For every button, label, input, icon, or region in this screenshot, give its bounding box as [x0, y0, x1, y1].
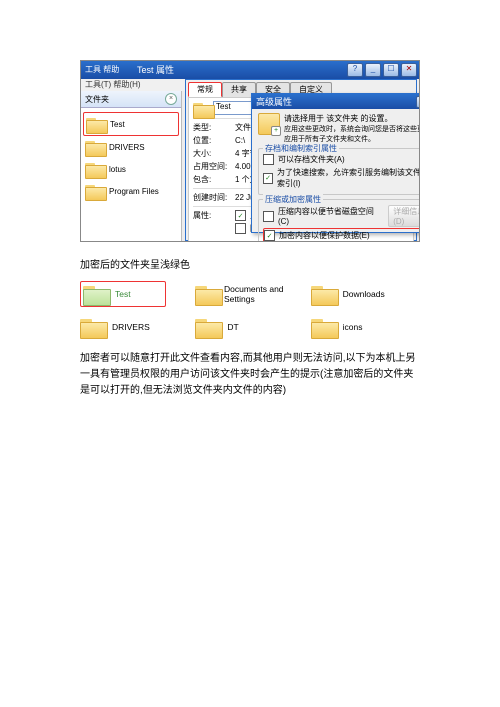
folder-plus-icon — [258, 113, 280, 135]
folder-icon — [193, 101, 209, 115]
sidebar-item-lotus[interactable]: lotus — [83, 158, 179, 180]
explorer-toolbar-fragment: 工具 帮助 — [81, 61, 135, 79]
readonly-checkbox[interactable]: ✓ — [235, 210, 246, 221]
encrypt-checkbox[interactable]: ✓ — [264, 230, 275, 241]
folder-icon — [311, 317, 337, 337]
paragraph-2: 加密者可以随意打开此文件查看内容,而其他用户则无法访问,以下为本机上另一具有管理… — [80, 351, 420, 399]
index-label: 为了快速搜索，允许索引服务编制该文件夹的索引(I) — [277, 167, 420, 189]
folder-icon — [311, 284, 337, 304]
attr-label: 属性: — [193, 210, 231, 221]
folder-icon — [86, 116, 106, 132]
minimize-icon[interactable]: _ — [365, 63, 381, 77]
disk-label: 占用空间: — [193, 161, 231, 172]
folder-icon — [85, 183, 105, 199]
created-label: 创建时间: — [193, 192, 231, 203]
archive-index-group: 存档和编制索引属性 可以存档文件夹(A) ✓ 为了快速搜索，允许索引服务编制该文… — [258, 148, 420, 195]
properties-title-text: Test 属性 — [137, 61, 174, 79]
folder-icon — [85, 161, 105, 177]
encrypt-label: 加密内容以便保护数据(E) — [279, 230, 370, 241]
grid-item-downloads[interactable]: Downloads — [311, 281, 420, 307]
folder-icon — [83, 284, 109, 304]
folders-pane: 文件夹 × Test DRIVERS lotus Progra — [81, 91, 182, 241]
details-button: 详细信息(D) — [388, 205, 420, 227]
help-button-icon[interactable]: ? — [347, 63, 363, 77]
compress-encrypt-group: 压缩或加密属性 压缩内容以便节省磁盘空间(C) 详细信息(D) ✓ 加密内容以便… — [258, 199, 420, 242]
caption-1: 加密后的文件夹呈浅绿色 — [80, 256, 420, 271]
folders-pane-header: 文件夹 × — [81, 91, 181, 108]
index-checkbox[interactable]: ✓ — [263, 173, 273, 184]
folder-icon — [80, 317, 106, 337]
advanced-titlebar: 高级属性 ? ✕ — [252, 94, 420, 109]
close-icon[interactable]: ✕ — [401, 63, 417, 77]
folder-icon — [195, 317, 221, 337]
archive-label: 可以存档文件夹(A) — [278, 154, 345, 165]
grid-item-label: Test — [115, 289, 131, 299]
compress-checkbox[interactable] — [263, 211, 274, 222]
sidebar-item-test[interactable]: Test — [83, 112, 179, 136]
hidden-checkbox[interactable] — [235, 223, 246, 234]
group-title-archive: 存档和编制索引属性 — [263, 143, 339, 154]
advanced-attributes-dialog: 高级属性 ? ✕ 请选择用于 该文件夹 的设置。 应用这些更改时，系统会询问您是… — [251, 93, 420, 233]
grid-item-label: icons — [343, 322, 363, 332]
sidebar-item-label: lotus — [109, 165, 126, 174]
folder-icon — [85, 139, 105, 155]
grid-item-drivers[interactable]: DRIVERS — [80, 317, 189, 337]
location-value: C:\ — [235, 136, 245, 145]
advanced-title-text: 高级属性 — [256, 95, 292, 108]
grid-item-label: Downloads — [343, 289, 385, 299]
location-label: 位置: — [193, 135, 231, 146]
grid-item-icons[interactable]: icons — [311, 317, 420, 337]
help-button-icon[interactable]: ? — [416, 96, 420, 108]
sidebar-item-program-files[interactable]: Program Files — [83, 180, 179, 202]
grid-item-label: Documents and Settings — [224, 284, 305, 304]
close-pane-icon[interactable]: × — [165, 93, 177, 105]
advanced-desc-1: 请选择用于 该文件夹 的设置。 — [284, 113, 420, 124]
advanced-desc-2: 应用这些更改时，系统会询问您是否将这些更改同时应用于所有子文件夹和文件。 — [284, 124, 420, 144]
sidebar-item-label: DRIVERS — [109, 143, 145, 152]
grid-item-label: DT — [227, 322, 238, 332]
group-title-compress: 压缩或加密属性 — [263, 194, 323, 205]
compress-label: 压缩内容以便节省磁盘空间(C) — [278, 206, 384, 226]
maximize-icon[interactable]: ☐ — [383, 63, 399, 77]
screenshot-properties-dialog: 工具 帮助 Test 属性 ? _ ☐ ✕ 工具(T) 帮助(H) 文件夹 × … — [80, 60, 420, 242]
archive-checkbox[interactable] — [263, 154, 274, 165]
folders-pane-title: 文件夹 — [85, 94, 109, 105]
contains-label: 包含: — [193, 174, 231, 185]
grid-item-documents[interactable]: Documents and Settings — [195, 281, 304, 307]
window-buttons: ? _ ☐ ✕ — [347, 63, 419, 77]
folder-grid: Test Documents and Settings Downloads DR… — [80, 281, 420, 337]
tab-general[interactable]: 常规 — [188, 82, 222, 97]
sidebar-item-label: Test — [110, 120, 125, 129]
grid-item-label: DRIVERS — [112, 322, 150, 332]
grid-item-test[interactable]: Test — [80, 281, 166, 307]
size-label: 大小: — [193, 148, 231, 159]
folder-icon — [195, 284, 218, 304]
grid-item-dt[interactable]: DT — [195, 317, 304, 337]
type-label: 类型: — [193, 122, 231, 133]
sidebar-item-label: Program Files — [109, 187, 159, 196]
sidebar-item-drivers[interactable]: DRIVERS — [83, 136, 179, 158]
properties-titlebar: Test 属性 ? _ ☐ ✕ — [131, 61, 419, 79]
